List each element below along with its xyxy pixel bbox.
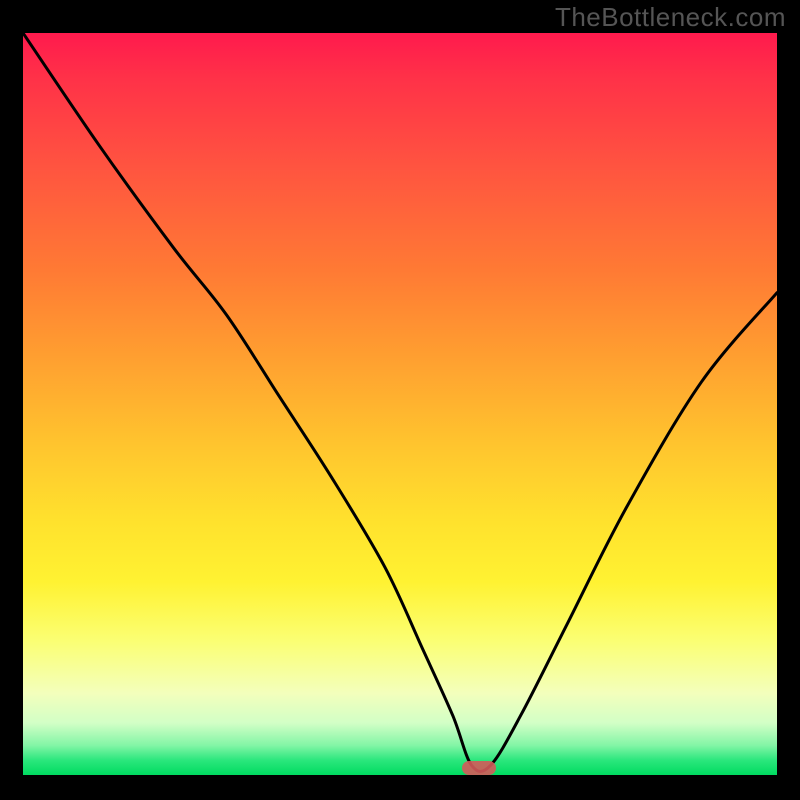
plot-area xyxy=(23,33,777,775)
optimum-marker xyxy=(462,761,496,775)
watermark-text: TheBottleneck.com xyxy=(555,2,786,33)
chart-frame: TheBottleneck.com xyxy=(0,0,800,800)
bottleneck-curve xyxy=(23,33,777,775)
